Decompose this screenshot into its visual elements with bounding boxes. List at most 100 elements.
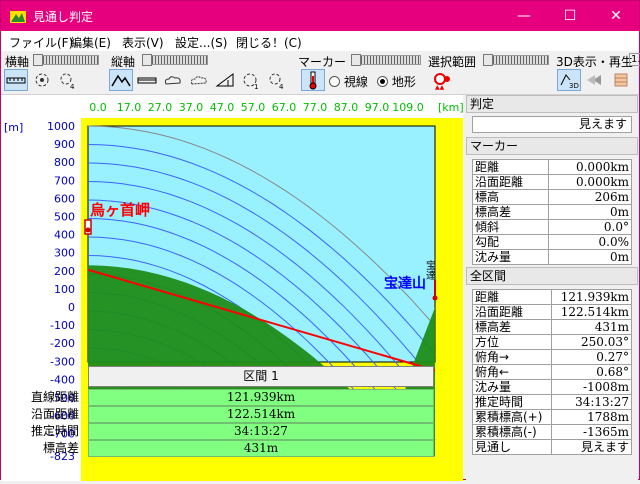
- menu-view[interactable]: 表示(V): [122, 34, 164, 51]
- marker-slider[interactable]: [351, 54, 421, 66]
- svg-text:1: 1: [254, 83, 258, 90]
- selection-range-slider[interactable]: [483, 54, 549, 66]
- row-label: 見通し: [471, 439, 553, 455]
- summary-row-value: 34:13:27: [88, 423, 434, 440]
- row-label: 累積標高(+): [471, 409, 553, 425]
- table-row: 標高差 431m: [471, 319, 632, 335]
- row-label: 方位: [471, 334, 553, 350]
- menu-file[interactable]: ファイル(F): [9, 34, 73, 51]
- selection-range-label: 選択範囲: [428, 55, 477, 69]
- vertical-zoom-slider[interactable]: [142, 54, 208, 66]
- slider-thumb[interactable]: [483, 54, 493, 66]
- table-row: 推定時間 34:13:27: [471, 394, 632, 410]
- table-row: 方位 250.03°: [471, 334, 632, 350]
- all-section-header: 全区間: [466, 267, 638, 285]
- cloud-dotted-button[interactable]: [187, 69, 211, 91]
- y-tick-label: -300: [50, 355, 75, 368]
- zoom-gear-small-icon: 4: [60, 73, 75, 91]
- zoom-v-out-button[interactable]: 4: [265, 69, 289, 91]
- terrain-profile-button[interactable]: [109, 69, 133, 91]
- row-value: 122.514km: [551, 304, 632, 320]
- view-3d-page-tab[interactable]: 1.: [629, 53, 640, 66]
- x-unit-label: [km]: [438, 101, 463, 114]
- table-row: 距離 0.000km: [472, 159, 633, 175]
- stripe-icon: [614, 73, 628, 87]
- ruler-icon: [6, 77, 26, 84]
- minimize-button[interactable]: —: [501, 1, 547, 31]
- y-tick-label: 1000: [47, 120, 75, 133]
- zoom-gear-icon: 1: [243, 73, 258, 91]
- table-row: 距離 121.939km: [471, 289, 632, 305]
- app-icon: [10, 11, 26, 23]
- play-forward-button[interactable]: [609, 69, 633, 91]
- table-row: 勾配 0.0%: [472, 234, 633, 250]
- summary-row-label: 直線距離: [30, 390, 79, 404]
- zoom-out-button[interactable]: 4: [56, 69, 80, 91]
- horizontal-fit-button[interactable]: [4, 69, 28, 91]
- menu-close[interactable]: 閉じる！(C): [236, 34, 302, 51]
- row-label: 累積標高(-): [471, 424, 553, 440]
- radio-terrain-circle[interactable]: [377, 76, 388, 87]
- row-label: 沈み量: [471, 379, 553, 395]
- thermometer-icon: [309, 71, 317, 90]
- radio-terrain[interactable]: 地形: [377, 73, 416, 90]
- radio-sightline-circle[interactable]: [329, 76, 340, 87]
- end-point-label: 宝達山: [384, 275, 426, 292]
- start-marker[interactable]: [84, 219, 92, 235]
- slider-thumb[interactable]: [33, 54, 43, 66]
- x-tick-label: 97.0: [365, 101, 390, 114]
- range-select-button[interactable]: ▲▲: [431, 69, 455, 91]
- window-title: 見通し判定: [33, 10, 94, 24]
- slope-icon: [215, 73, 234, 87]
- row-label: 距離: [472, 159, 549, 175]
- end-marker-dot: [432, 295, 438, 301]
- y-tick-label: 900: [54, 138, 75, 151]
- flat-profile-button[interactable]: [135, 69, 159, 91]
- row-label: 傾斜: [472, 219, 549, 235]
- all-section-table: 距離 121.939km 沿面距離 122.514km 標高差 431m 方位 250.03°…: [471, 289, 632, 455]
- horizontal-zoom-slider[interactable]: [33, 54, 99, 66]
- radio-sightline-label: 視線: [343, 75, 368, 89]
- start-marker-dot: [85, 227, 91, 233]
- table-row: 見通し 見えます: [471, 439, 632, 455]
- close-button[interactable]: ✕: [593, 1, 639, 31]
- table-row: 標高 206m: [472, 189, 633, 205]
- profile-view[interactable]: 0.0 17.0 27.0 37.0 47.0 57.0 67.0 77.0 87.0 97.0 1…: [1, 95, 464, 481]
- info-panel: 判定 見えます マーカー 距離 0.000km 沿面距離 0.000km 標高 206m 標…: [466, 95, 638, 481]
- summary-row-label: 推定時間: [30, 424, 79, 438]
- slope-button[interactable]: [213, 69, 237, 91]
- row-value: 34:13:27: [551, 394, 632, 410]
- marker-button[interactable]: [301, 69, 325, 91]
- table-row: 累積標高(-) -1365m: [471, 424, 632, 440]
- menu-settings[interactable]: 設定...(S): [175, 34, 227, 51]
- range-select-icon: ▲▲: [434, 73, 450, 91]
- summary-row-value: 431m: [88, 440, 434, 457]
- y-tick-label: 800: [54, 156, 75, 169]
- table-row: 傾斜 0.0°: [472, 219, 633, 235]
- row-label: 標高差: [472, 204, 549, 220]
- slider-thumb[interactable]: [351, 54, 361, 66]
- zoom-gear-small-icon: 4: [269, 73, 284, 91]
- y-tick-label: 100: [54, 283, 75, 296]
- radio-sightline[interactable]: 視線: [329, 73, 368, 90]
- zoom-v-in-button[interactable]: 1: [239, 69, 263, 91]
- svg-text:3D: 3D: [569, 82, 579, 90]
- mountain-icon: [111, 74, 131, 87]
- title-bar[interactable]: 見通し判定 — ☐ ✕: [1, 1, 639, 31]
- y-tick-label: 200: [54, 265, 75, 278]
- row-value: 見えます: [551, 439, 632, 455]
- cloud-button[interactable]: [161, 69, 185, 91]
- menu-edit[interactable]: 編集(E): [70, 34, 111, 51]
- slider-thumb[interactable]: [142, 54, 152, 66]
- play-back-button[interactable]: [583, 69, 607, 91]
- row-value: 0m: [547, 204, 633, 220]
- row-value: 0m: [547, 249, 633, 265]
- maximize-button[interactable]: ☐: [547, 1, 593, 31]
- zoom-in-button[interactable]: [30, 69, 54, 91]
- window: 見通し判定 — ☐ ✕ ファイル(F) 編集(E) 表示(V) 設定...(S)…: [0, 0, 640, 481]
- section-title: 区間 1: [88, 366, 434, 387]
- svg-text:▲▲: ▲▲: [435, 84, 445, 90]
- x-tick-label: 47.0: [210, 101, 235, 114]
- view-3d-button[interactable]: 3D: [557, 69, 581, 91]
- y-tick-label: 600: [54, 192, 75, 205]
